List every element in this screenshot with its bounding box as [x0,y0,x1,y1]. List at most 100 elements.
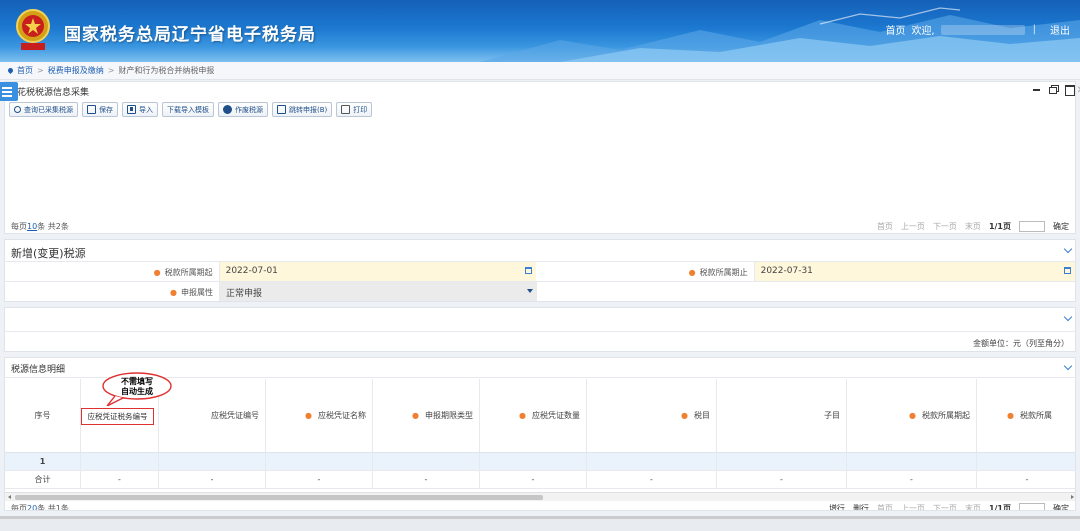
pager-last[interactable]: 末页 [965,221,981,232]
breadcrumb: 首页 > 税费申报及缴纳 > 财产和行为税合并纳税申报 [0,62,1080,80]
chevron-down-icon[interactable] [1063,361,1073,371]
close-icon[interactable]: ✕ [1077,85,1080,96]
import-button[interactable]: 导入 [122,102,158,117]
logout-link[interactable]: 退出 [1050,22,1070,37]
source-pager: 每页 10 条 共2条 首页 上一页 下一页 末页 1/1页 确定 [5,219,1075,233]
menu-icon-bar [2,95,12,97]
period-start-value: 2022-07-01 [225,266,278,276]
cell[interactable] [587,453,717,470]
total-cell: - [587,471,717,488]
pager-next[interactable]: 下一页 [933,221,957,232]
breadcrumb-tax-declare[interactable]: 税费申报及缴纳 [48,65,104,76]
jump-declare-button[interactable]: 跳转申报(B) [272,102,333,117]
period-start-input[interactable]: 2022-07-01 [218,262,536,281]
restore-icon[interactable] [1049,85,1059,94]
cell[interactable] [977,453,1075,470]
col-period-type: ● 申报期限类型 [373,379,480,452]
total-cell: - [373,471,480,488]
save-label: 保存 [99,105,113,114]
print-button[interactable]: 打印 [336,102,373,117]
cell[interactable] [81,453,159,470]
col-voucher-number: 应税凭证编号 [159,379,266,452]
total-cell: - [81,471,159,488]
menu-toggle-button[interactable] [0,82,18,101]
save-icon [87,105,96,114]
scroll-thumb[interactable] [15,495,543,500]
pager-prev[interactable]: 上一页 [901,221,925,232]
minimize-icon[interactable] [1033,85,1041,93]
void-source-label: 作废税源 [235,105,263,114]
pager-last[interactable]: 末页 [965,503,981,511]
detail-pager: 每页 20 条 共1条 增行 删行 首页 上一页 下一页 末页 1/1页 确定 [5,502,1075,511]
horizontal-scrollbar[interactable] [5,492,1075,501]
pager-prev[interactable]: 上一页 [901,503,925,511]
per-page-select[interactable]: 20 [27,504,37,511]
period-end-value: 2022-07-31 [760,266,813,276]
col-seq: 序号 [5,379,81,452]
download-template-button[interactable]: 下载导入模板 [162,102,214,117]
row-seq: 1 [5,453,81,470]
calendar-icon[interactable] [1064,267,1071,274]
panel-title: 新增(变更)税源 [11,247,86,260]
pager-page-input[interactable] [1019,220,1045,232]
cell[interactable] [159,453,266,470]
amount-panel: 金额单位：元（列至角分） [4,307,1076,352]
import-label: 导入 [139,105,153,114]
void-source-button[interactable]: 作废税源 [218,102,268,117]
col-period-end: ● 税款所属 [1007,411,1052,420]
pager-next[interactable]: 下一页 [933,503,957,511]
maximize-icon[interactable] [1065,85,1075,96]
pager-total: 条 共2条 [37,221,69,231]
pager-confirm-button[interactable]: 确定 [1053,503,1069,511]
search-icon [14,106,21,113]
total-cell: - [480,471,587,488]
scroll-right-icon[interactable] [1071,495,1074,499]
declare-attr-value: 正常申报 [226,289,263,299]
pager-first[interactable]: 首页 [877,221,893,232]
cell[interactable] [847,453,977,470]
total-cell: - [1025,475,1029,484]
per-page-select[interactable]: 10 [27,222,37,231]
chevron-down-icon[interactable] [1063,244,1073,254]
panel-header: 花税税源信息采集 ✕ [5,82,1080,98]
total-cell: - [717,471,847,488]
total-cell: - [847,471,977,488]
pager-confirm-button[interactable]: 确定 [1053,221,1069,232]
pager-page-input[interactable] [1019,502,1045,510]
breadcrumb-home[interactable]: 首页 [17,65,33,76]
import-icon [127,105,136,114]
calendar-icon[interactable] [525,267,532,274]
cell[interactable] [480,453,587,470]
menu-icon-bar [2,91,12,93]
pager-first[interactable]: 首页 [877,503,893,511]
add-row-button[interactable]: 增行 [829,503,845,511]
declare-attr-select[interactable]: 正常申报 [219,282,537,301]
tax-bureau-emblem-icon [16,9,50,50]
period-end-input[interactable]: 2022-07-31 [753,262,1075,281]
total-cell: - [159,471,266,488]
save-button[interactable]: 保存 [82,102,118,117]
window-controls [1033,85,1075,96]
table-row[interactable]: 1 [5,453,1075,471]
print-icon [341,105,351,114]
scroll-left-icon[interactable] [8,495,11,499]
site-header: 国家税务总局辽宁省电子税务局 首页 欢迎, | 退出 [0,0,1080,62]
total-cell: - [266,471,373,488]
panel-title: 花税税源信息采集 [17,88,90,98]
chevron-down-icon[interactable] [1063,312,1073,322]
col-tax-number-label: 应税凭证税务编号 [87,412,148,421]
annotation-callout: 不需填写 自动生成 [101,372,173,406]
dropdown-arrow-icon[interactable] [527,289,533,293]
cell[interactable] [373,453,480,470]
cell[interactable] [717,453,847,470]
breadcrumb-sep-icon: > [37,66,44,75]
pager-prefix: 每页 [11,221,27,231]
query-collected-button[interactable]: 查询已采集税源 [9,102,78,117]
delete-row-button[interactable]: 删行 [853,503,869,511]
source-collection-panel: 花税税源信息采集 ✕ 查询已采集税源 保存 导入 下载导入模板 作废税源 [4,81,1080,234]
amount-unit-text: 金额单位：元（列至角分） [973,339,1069,348]
cell[interactable] [266,453,373,470]
header-separator: | [1032,24,1036,35]
total-label: 合计 [5,471,81,488]
home-link[interactable]: 首页 [885,22,905,37]
